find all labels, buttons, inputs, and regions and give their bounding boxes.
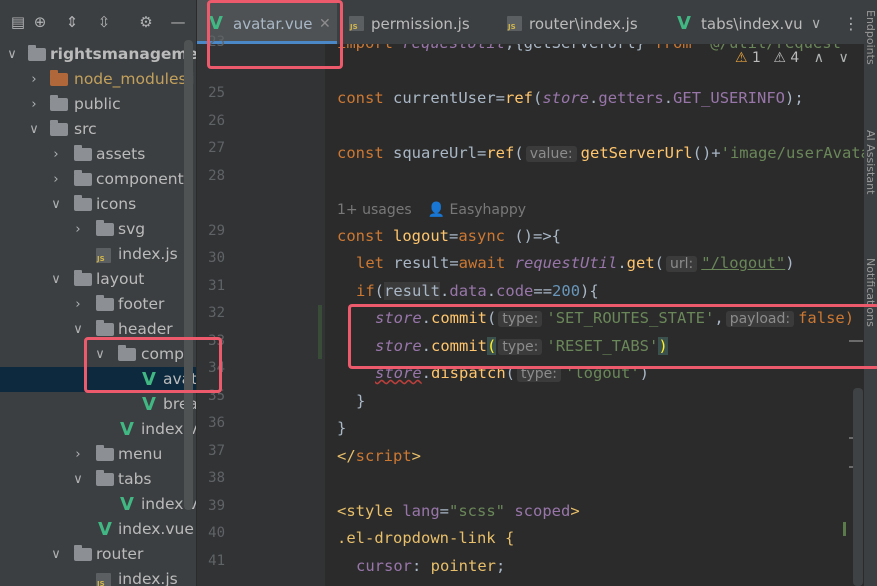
code-line-25: const currentUser=ref(store.getters.GET_… <box>337 89 804 107</box>
parameter-hint: value: <box>525 146 577 162</box>
scroll-mark <box>849 340 863 342</box>
author-icon: 👤 <box>427 202 446 218</box>
tree-scrollbar[interactable] <box>184 40 193 510</box>
code-line-29: const logout=async ()=>{ <box>337 227 562 245</box>
line-number: 33 <box>208 333 225 349</box>
author-name: Easyhappy <box>449 202 527 218</box>
line-number: 41 <box>208 553 225 569</box>
tree-node-router-index-js[interactable]: index.js <box>0 567 196 586</box>
hide-icon[interactable]: — <box>168 12 188 32</box>
change-mark <box>843 522 846 536</box>
line-number: 28 <box>208 168 225 184</box>
line-number: 37 <box>208 443 225 459</box>
code-line-37: </script> <box>337 447 422 465</box>
line-number: 32 <box>208 305 225 321</box>
inspections-widget[interactable]: ⚠ 1 ⚠ 4 ∧ ∨ <box>735 46 849 70</box>
code-line-41: cursor: pointer; <box>356 557 506 575</box>
line-number: 34 <box>208 360 225 376</box>
tab-permission-js[interactable]: permission.js <box>345 0 495 44</box>
code-line-36: } <box>337 419 347 437</box>
more-options-icon[interactable]: ⋮ <box>843 0 863 44</box>
line-number: 38 <box>208 470 225 486</box>
parameter-hint: type: <box>498 339 543 355</box>
line-number: 31 <box>208 278 225 294</box>
close-icon[interactable]: ✕ <box>319 0 331 48</box>
line-number: 29 <box>208 223 225 239</box>
tab-list-chevron-down-icon[interactable]: ∨ <box>811 0 831 44</box>
locate-icon[interactable]: ⊕ <box>30 12 50 32</box>
js-icon <box>349 16 364 31</box>
code-line-27: const squareUrl=ref(value: getServerUrl()… <box>337 144 877 162</box>
tab-label: router\index.js <box>529 15 638 33</box>
code-line-33: store.commit(type: 'RESET_TABS') <box>375 337 668 355</box>
line-number: 30 <box>208 250 225 266</box>
parameter-hint: url: <box>666 256 698 272</box>
code-line-30: let result=await requestUtil.get(url: "/l… <box>356 254 795 272</box>
js-icon <box>507 16 522 31</box>
folder-icon <box>74 195 92 211</box>
tab-router-index-js[interactable]: router\index.js <box>503 0 663 44</box>
tree-node-label: index.js <box>118 570 178 586</box>
js-file-icon <box>96 573 111 586</box>
parameter-hint: payload: <box>725 311 795 327</box>
tree-node-icons[interactable]: ∨ icons <box>0 192 196 217</box>
tree-node-label: icons <box>96 195 137 213</box>
collapse-all-icon[interactable]: ⇳ <box>94 12 114 32</box>
code-line-39: <style lang="scss" scoped> <box>337 502 580 520</box>
line-number: 40 <box>208 525 225 541</box>
right-tool-strip: Endpoints AI Assistant Notifications <box>864 0 877 586</box>
tab-tabs-index-vue[interactable]: V tabs\index.vu <box>675 0 805 44</box>
warning-count: 1 <box>752 50 761 66</box>
weak-warning-icon: ⚠ <box>773 50 786 66</box>
editor-tab-bar: V avatar.vue ✕ permission.js router\inde… <box>197 0 877 45</box>
code-line-40: .el-dropdown-link { <box>337 529 515 547</box>
line-number: 35 <box>208 388 225 404</box>
code-line-35: } <box>356 392 366 410</box>
parameter-hint: type: <box>517 366 562 382</box>
code-line-31: if(result.data.code==200){ <box>356 282 599 300</box>
vue-icon: V <box>677 13 691 34</box>
weak-warning-count: 4 <box>790 50 800 66</box>
parameter-hint: type: <box>498 311 543 327</box>
ai-assistant-tool-button[interactable]: AI Assistant <box>864 130 877 194</box>
tab-label: avatar.vue <box>233 15 313 33</box>
line-number: 23 <box>208 34 225 50</box>
project-view-icon[interactable]: ▤ <box>8 12 28 32</box>
line-number: 26 <box>208 113 225 129</box>
usages-count[interactable]: 1+ usages <box>337 202 412 218</box>
line-number: 27 <box>208 140 225 156</box>
line-number: 36 <box>208 415 225 431</box>
editor-scrollbar[interactable] <box>853 388 863 586</box>
tab-label: tabs\index.vu <box>701 15 803 33</box>
notifications-tool-button[interactable]: Notifications <box>864 258 877 327</box>
code-line-32: store.commit(type: 'SET_ROUTES_STATE', pay… <box>375 309 855 327</box>
line-number: 39 <box>208 498 225 514</box>
next-highlight-icon[interactable]: ∨ <box>838 50 848 66</box>
warning-icon: ⚠ <box>735 50 748 66</box>
chevron-down-icon: ∨ <box>51 197 61 212</box>
tab-label: permission.js <box>371 15 470 33</box>
gutter-change-mark <box>318 305 322 359</box>
line-number: 25 <box>208 85 225 101</box>
expand-all-icon[interactable]: ⇕ <box>62 12 82 32</box>
gear-icon[interactable]: ⚙ <box>136 12 156 32</box>
code-line-34: store.dispatch(type:'logout') <box>375 364 650 382</box>
code-usage-hint[interactable]: 1+ usages 👤 Easyhappy <box>337 202 526 218</box>
code-editor[interactable]: import requestUtil,{getServerUrl} from '… <box>325 44 877 586</box>
endpoints-tool-button[interactable]: Endpoints <box>864 10 877 65</box>
previous-highlight-icon[interactable]: ∧ <box>814 50 824 66</box>
